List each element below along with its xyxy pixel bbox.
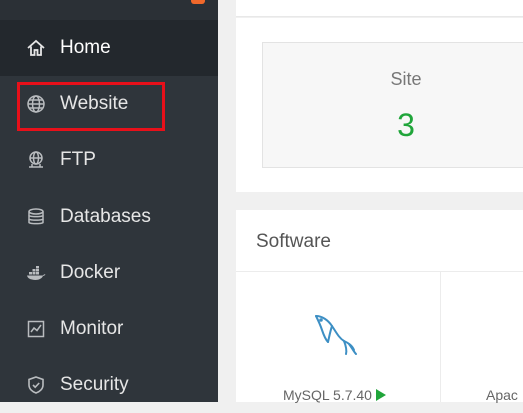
sidebar-item-label: Databases (60, 206, 151, 227)
docker-icon (26, 263, 46, 283)
play-icon[interactable] (375, 389, 386, 401)
sidebar-item-label: Docker (60, 262, 121, 283)
home-icon (26, 38, 46, 58)
sidebar-item-security[interactable]: Security (0, 357, 218, 413)
sidebar-item-label: Home (60, 37, 111, 58)
mysql-dolphin-icon[interactable] (312, 312, 360, 360)
database-icon (26, 207, 46, 227)
ftp-icon (26, 150, 46, 170)
sidebar-item-databases[interactable]: Databases (0, 189, 218, 245)
sidebar-item-monitor[interactable]: Monitor (0, 301, 218, 357)
software-item-label: MySQL 5.7.40 (283, 387, 372, 403)
sidebar: Home Website FTP Databases Docker Monito… (0, 0, 218, 402)
sidebar-topbar (0, 0, 218, 20)
sidebar-item-ftp[interactable]: FTP (0, 132, 218, 188)
software-item-mysql[interactable]: MySQL 5.7.40 (283, 387, 386, 403)
main-content: Site 3 Software MySQL 5.7.40 Apac (218, 0, 523, 403)
site-count[interactable]: 3 (263, 107, 523, 144)
notification-badge[interactable] (191, 0, 205, 4)
top-panel (236, 0, 523, 17)
site-card[interactable]: Site 3 (262, 42, 523, 168)
sidebar-item-docker[interactable]: Docker (0, 245, 218, 301)
website-highlight-box (17, 82, 165, 131)
overview-panel: Site 3 (236, 18, 523, 192)
software-item-apache[interactable]: Apac (486, 387, 518, 403)
software-title: Software (256, 231, 331, 252)
sidebar-item-label: FTP (60, 149, 96, 170)
shield-icon (26, 375, 46, 395)
software-header: Software (236, 210, 523, 272)
monitor-icon (26, 319, 46, 339)
site-card-title: Site (390, 69, 422, 89)
sidebar-item-label: Monitor (60, 318, 124, 339)
software-item-divider (440, 272, 441, 402)
software-panel: Software MySQL 5.7.40 Apac (236, 210, 523, 403)
sidebar-item-label: Security (60, 374, 129, 395)
sidebar-item-home[interactable]: Home (0, 20, 218, 76)
